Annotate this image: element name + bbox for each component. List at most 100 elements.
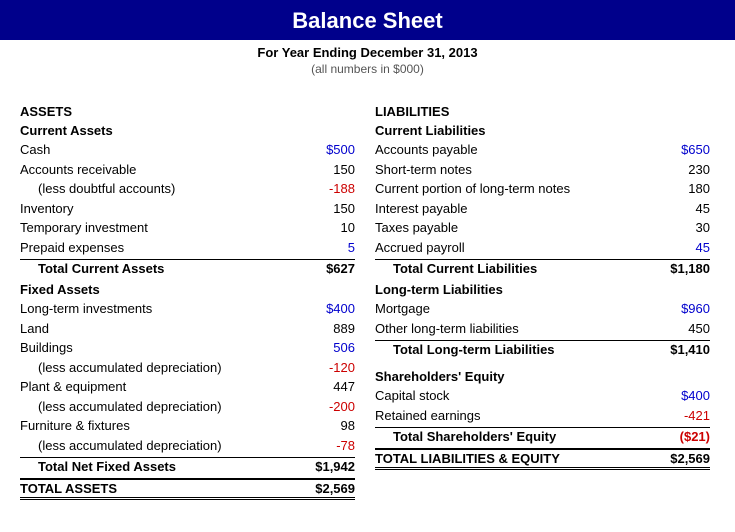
item-label: (less doubtful accounts) xyxy=(20,179,295,199)
total-liabilities-equity: TOTAL LIABILITIES & EQUITY $2,569 xyxy=(375,448,710,470)
item-value: 98 xyxy=(295,416,355,436)
item-value: 506 xyxy=(295,338,355,358)
item-label: Capital stock xyxy=(375,386,650,406)
total-longterm-liabilities: Total Long-term Liabilities $1,410 xyxy=(375,340,710,357)
list-item: Mortgage $960 xyxy=(375,299,710,319)
list-item: Current portion of long-term notes 180 xyxy=(375,179,710,199)
header: Balance Sheet xyxy=(0,0,735,40)
item-label: Current portion of long-term notes xyxy=(375,179,650,199)
item-label: Other long-term liabilities xyxy=(375,319,650,339)
total-fixed-assets: Total Net Fixed Assets $1,942 xyxy=(20,457,355,474)
item-value: $400 xyxy=(295,299,355,319)
liabilities-column: LIABILITIES Current Liabilities Accounts… xyxy=(365,96,720,500)
item-value: 45 xyxy=(650,199,710,219)
item-label: (less accumulated depreciation) xyxy=(20,436,295,456)
item-label: Accrued payroll xyxy=(375,238,650,258)
item-value: -120 xyxy=(295,358,355,378)
item-value: 230 xyxy=(650,160,710,180)
item-label: Land xyxy=(20,319,295,339)
item-label: Retained earnings xyxy=(375,406,650,426)
subtitle2: (all numbers in $000) xyxy=(0,62,735,76)
item-label: Long-term investments xyxy=(20,299,295,319)
item-label: Plant & equipment xyxy=(20,377,295,397)
list-item: Accrued payroll 45 xyxy=(375,238,710,258)
item-value: 450 xyxy=(650,319,710,339)
list-item: Other long-term liabilities 450 xyxy=(375,319,710,339)
item-value: 447 xyxy=(295,377,355,397)
item-value: -78 xyxy=(295,436,355,456)
item-label: Accounts payable xyxy=(375,140,650,160)
page-title: Balance Sheet xyxy=(0,8,735,34)
assets-column: ASSETS Current Assets Cash $500 Accounts… xyxy=(10,96,365,500)
list-item: Interest payable 45 xyxy=(375,199,710,219)
list-item: Cash $500 xyxy=(20,140,355,160)
total-label: Total Long-term Liabilities xyxy=(375,342,650,357)
list-item: Accounts receivable 150 xyxy=(20,160,355,180)
list-item: Furniture & fixtures 98 xyxy=(20,416,355,436)
list-item: Capital stock $400 xyxy=(375,386,710,406)
list-item: Inventory 150 xyxy=(20,199,355,219)
item-value: 5 xyxy=(295,238,355,258)
item-value: 30 xyxy=(650,218,710,238)
item-value: $960 xyxy=(650,299,710,319)
list-item: Accounts payable $650 xyxy=(375,140,710,160)
list-item: Land 889 xyxy=(20,319,355,339)
grand-total-value: $2,569 xyxy=(650,451,710,466)
list-item: Buildings 506 xyxy=(20,338,355,358)
item-label: (less accumulated depreciation) xyxy=(20,397,295,417)
total-value: $1,942 xyxy=(295,459,355,474)
current-liabilities-label: Current Liabilities xyxy=(375,123,710,138)
list-item: (less accumulated depreciation) -200 xyxy=(20,397,355,417)
item-value: 180 xyxy=(650,179,710,199)
item-value: -200 xyxy=(295,397,355,417)
item-value: -188 xyxy=(295,179,355,199)
item-label: Prepaid expenses xyxy=(20,238,295,258)
item-label: Accounts receivable xyxy=(20,160,295,180)
item-value: 150 xyxy=(295,199,355,219)
liabilities-section-label: LIABILITIES xyxy=(375,104,710,119)
list-item: Long-term investments $400 xyxy=(20,299,355,319)
item-value: 889 xyxy=(295,319,355,339)
current-assets-label: Current Assets xyxy=(20,123,355,138)
total-value: $1,180 xyxy=(650,261,710,276)
item-value: 45 xyxy=(650,238,710,258)
item-value: $500 xyxy=(295,140,355,160)
fixed-assets-label: Fixed Assets xyxy=(20,282,355,297)
total-value: $627 xyxy=(295,261,355,276)
list-item: Retained earnings -421 xyxy=(375,406,710,426)
item-label: Buildings xyxy=(20,338,295,358)
grand-total-label: TOTAL ASSETS xyxy=(20,481,295,496)
list-item: Short-term notes 230 xyxy=(375,160,710,180)
item-value: $650 xyxy=(650,140,710,160)
item-label: Mortgage xyxy=(375,299,650,319)
total-equity: Total Shareholders' Equity ($21) xyxy=(375,427,710,444)
list-item: Plant & equipment 447 xyxy=(20,377,355,397)
list-item: Temporary investment 10 xyxy=(20,218,355,238)
subtitle: For Year Ending December 31, 2013 xyxy=(0,45,735,60)
total-current-liabilities: Total Current Liabilities $1,180 xyxy=(375,259,710,276)
list-item: (less accumulated depreciation) -78 xyxy=(20,436,355,456)
item-label: Taxes payable xyxy=(375,218,650,238)
item-value: -421 xyxy=(650,406,710,426)
grand-total-value: $2,569 xyxy=(295,481,355,496)
list-item: Taxes payable 30 xyxy=(375,218,710,238)
assets-section-label: ASSETS xyxy=(20,104,355,119)
list-item: (less doubtful accounts) -188 xyxy=(20,179,355,199)
item-label: (less accumulated depreciation) xyxy=(20,358,295,378)
total-value: ($21) xyxy=(650,429,710,444)
total-assets: TOTAL ASSETS $2,569 xyxy=(20,478,355,500)
total-value: $1,410 xyxy=(650,342,710,357)
item-value: 10 xyxy=(295,218,355,238)
list-item: Prepaid expenses 5 xyxy=(20,238,355,258)
item-label: Inventory xyxy=(20,199,295,219)
item-label: Cash xyxy=(20,140,295,160)
item-label: Temporary investment xyxy=(20,218,295,238)
total-label: Total Shareholders' Equity xyxy=(375,429,650,444)
total-label: Total Current Liabilities xyxy=(375,261,650,276)
total-label: Total Net Fixed Assets xyxy=(20,459,295,474)
item-label: Furniture & fixtures xyxy=(20,416,295,436)
list-item: (less accumulated depreciation) -120 xyxy=(20,358,355,378)
total-label: Total Current Assets xyxy=(20,261,295,276)
item-value: 150 xyxy=(295,160,355,180)
item-value: $400 xyxy=(650,386,710,406)
